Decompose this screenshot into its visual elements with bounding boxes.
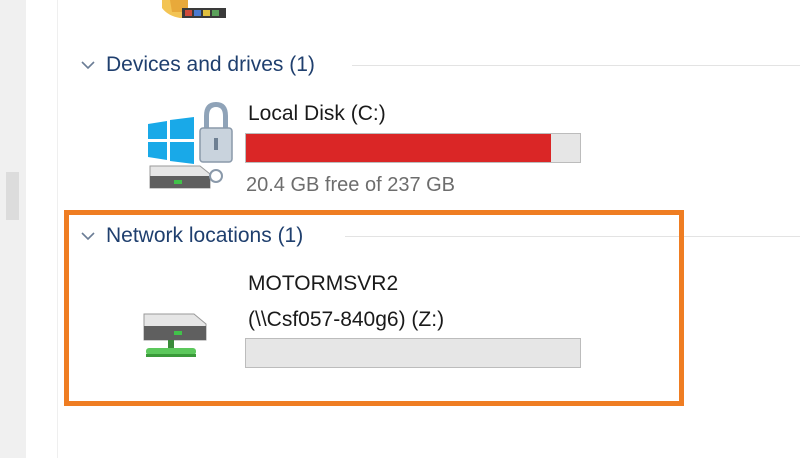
navigation-pane[interactable] [0,0,26,458]
folder-icon[interactable] [158,0,230,26]
group-label-devices-and-drives: Devices and drives (1) [106,53,315,76]
drive-item-network-z[interactable]: MOTORMSVR2 (\\Csf057-840g6) (Z:) [136,268,586,372]
windows-drive-lock-icon [148,102,233,189]
capacity-bar-local-disk-c [245,133,581,163]
file-explorer-this-pc-view: Devices and drives (1) Local Disk (C:) 2… [0,0,800,458]
group-divider-line [345,236,800,237]
capacity-fill-local-disk-c [246,134,552,162]
chevron-down-icon[interactable] [78,226,98,246]
group-header-network-locations[interactable]: Network locations (1) [78,220,303,252]
capacity-text-local-disk-c: 20.4 GB free of 237 GB [246,174,456,196]
group-divider-line [352,65,800,66]
drive-name-local-disk-c: Local Disk (C:) [248,102,386,125]
capacity-bar-network-z [245,338,581,368]
drive-name-line1: MOTORMSVR2 [248,272,399,295]
pane-divider[interactable] [57,0,58,458]
drive-name-line2: (\\Csf057-840g6) (Z:) [248,308,445,331]
network-drive-icon [143,313,207,357]
group-header-devices-and-drives[interactable]: Devices and drives (1) [78,49,315,81]
navigation-pane-scrollbar-thumb[interactable] [6,172,19,220]
chevron-down-icon[interactable] [78,55,98,75]
group-label-network-locations: Network locations (1) [106,224,304,247]
drive-item-local-disk-c[interactable]: Local Disk (C:) 20.4 GB free of 237 GB [140,98,590,200]
